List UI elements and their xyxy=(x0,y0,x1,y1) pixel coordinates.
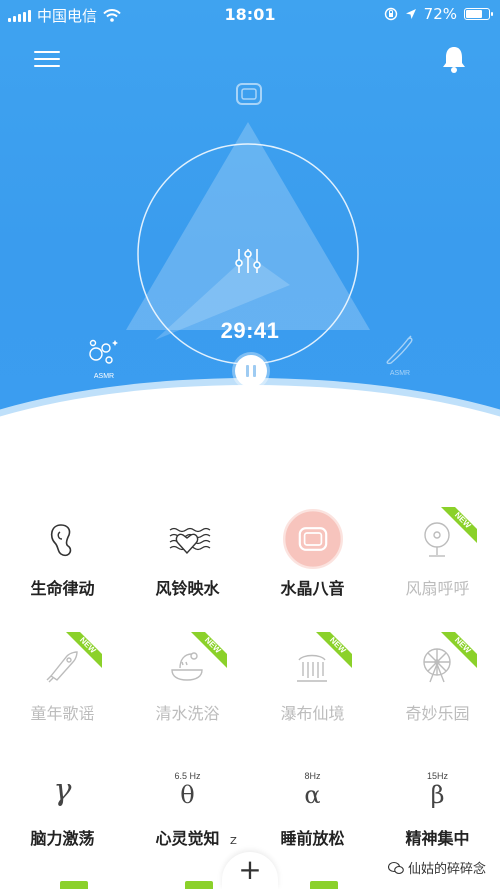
sound-item-2[interactable]: 风铃映水 xyxy=(125,505,250,630)
sound-item-5[interactable]: NEW 童年歌谣 xyxy=(0,630,125,755)
next-row-badge xyxy=(60,881,88,889)
wechat-icon xyxy=(387,861,404,874)
cucumber-icon xyxy=(386,335,413,365)
add-sound-button[interactable]: + xyxy=(222,852,278,889)
new-badge: NEW xyxy=(441,632,477,668)
theta-wave-icon: θ xyxy=(180,781,195,809)
asmr-label-right: ASMR xyxy=(389,370,411,377)
orientation-lock-icon xyxy=(384,7,397,21)
new-badge: NEW xyxy=(66,632,102,668)
sound-label: 精神集中 xyxy=(405,829,470,848)
gamma-wave-icon: γ xyxy=(53,773,72,808)
sound-label: 童年歌谣 xyxy=(30,704,95,723)
frequency-label: 15Hz xyxy=(426,771,448,781)
sound-item-1[interactable]: 生命律动 xyxy=(0,505,125,630)
status-bar: 中国电信 18:01 72% xyxy=(0,0,500,28)
countdown-timer: 29:41 xyxy=(220,318,280,343)
sound-label: 脑力激荡 xyxy=(30,829,95,848)
pause-button[interactable] xyxy=(235,355,267,387)
sound-label: 睡前放松 xyxy=(280,829,345,848)
status-right: 72% xyxy=(384,5,493,23)
alpha-wave-icon: α xyxy=(304,781,321,809)
asmr-vegetable-button[interactable]: ASMR xyxy=(380,333,420,377)
sound-item-3[interactable]: 水晶八音 xyxy=(250,505,375,630)
plus-icon: + xyxy=(238,853,262,886)
sound-item-4[interactable]: NEW 风扇呼呼 xyxy=(375,505,500,630)
new-badge: NEW xyxy=(316,632,352,668)
watermark: 仙姑的碎碎念 xyxy=(387,858,486,877)
next-row-badge xyxy=(185,881,213,889)
location-icon xyxy=(405,9,416,19)
sound-label: 风铃映水 xyxy=(155,579,220,598)
sound-label: 风扇呼呼 xyxy=(405,579,470,598)
sound-label: 清水洗浴 xyxy=(155,704,220,723)
pause-bar-left xyxy=(246,365,249,377)
beta-wave-icon: β xyxy=(430,781,445,809)
sound-label: 生命律动 xyxy=(30,579,95,598)
asmr-label-left: ASMR xyxy=(93,373,115,380)
asmr-bubbles-button[interactable]: ASMR xyxy=(84,336,124,380)
sound-item-9[interactable]: γ 脑力激荡 xyxy=(0,755,125,880)
next-row-badge xyxy=(310,881,338,889)
heart-waves-icon xyxy=(169,527,211,555)
new-badge: NEW xyxy=(441,507,477,543)
device-icon xyxy=(236,83,262,105)
embryo-icon xyxy=(50,524,72,557)
music-box-icon xyxy=(283,509,343,569)
sound-label: 奇妙乐园 xyxy=(405,704,470,723)
bell-icon[interactable] xyxy=(440,44,468,74)
battery-fill xyxy=(466,10,482,18)
sound-item-7[interactable]: NEW 瀑布仙境 xyxy=(250,630,375,755)
sound-label: 水晶八音 xyxy=(280,579,345,598)
pause-bar-right xyxy=(253,365,256,377)
sleep-z-mark: Z xyxy=(230,836,237,847)
frequency-label: 6.5 Hz xyxy=(174,771,201,781)
sound-item-8[interactable]: NEW 奇妙乐园 xyxy=(375,630,500,755)
watermark-text: 仙姑的碎碎念 xyxy=(407,862,486,877)
bubbles-icon xyxy=(89,339,118,364)
sound-item-6[interactable]: NEW 清水洗浴 xyxy=(125,630,250,755)
player-hero: 29:41 ASMR ASMR 中国电信 18:01 72% xyxy=(0,0,500,420)
frequency-label: 8Hz xyxy=(304,771,321,781)
equalizer-icon[interactable] xyxy=(232,245,264,277)
battery-percent: 72% xyxy=(423,5,457,23)
sound-label: 瀑布仙境 xyxy=(280,704,345,723)
battery-icon xyxy=(464,8,493,20)
menu-button[interactable] xyxy=(34,49,60,69)
new-badge: NEW xyxy=(191,632,227,668)
